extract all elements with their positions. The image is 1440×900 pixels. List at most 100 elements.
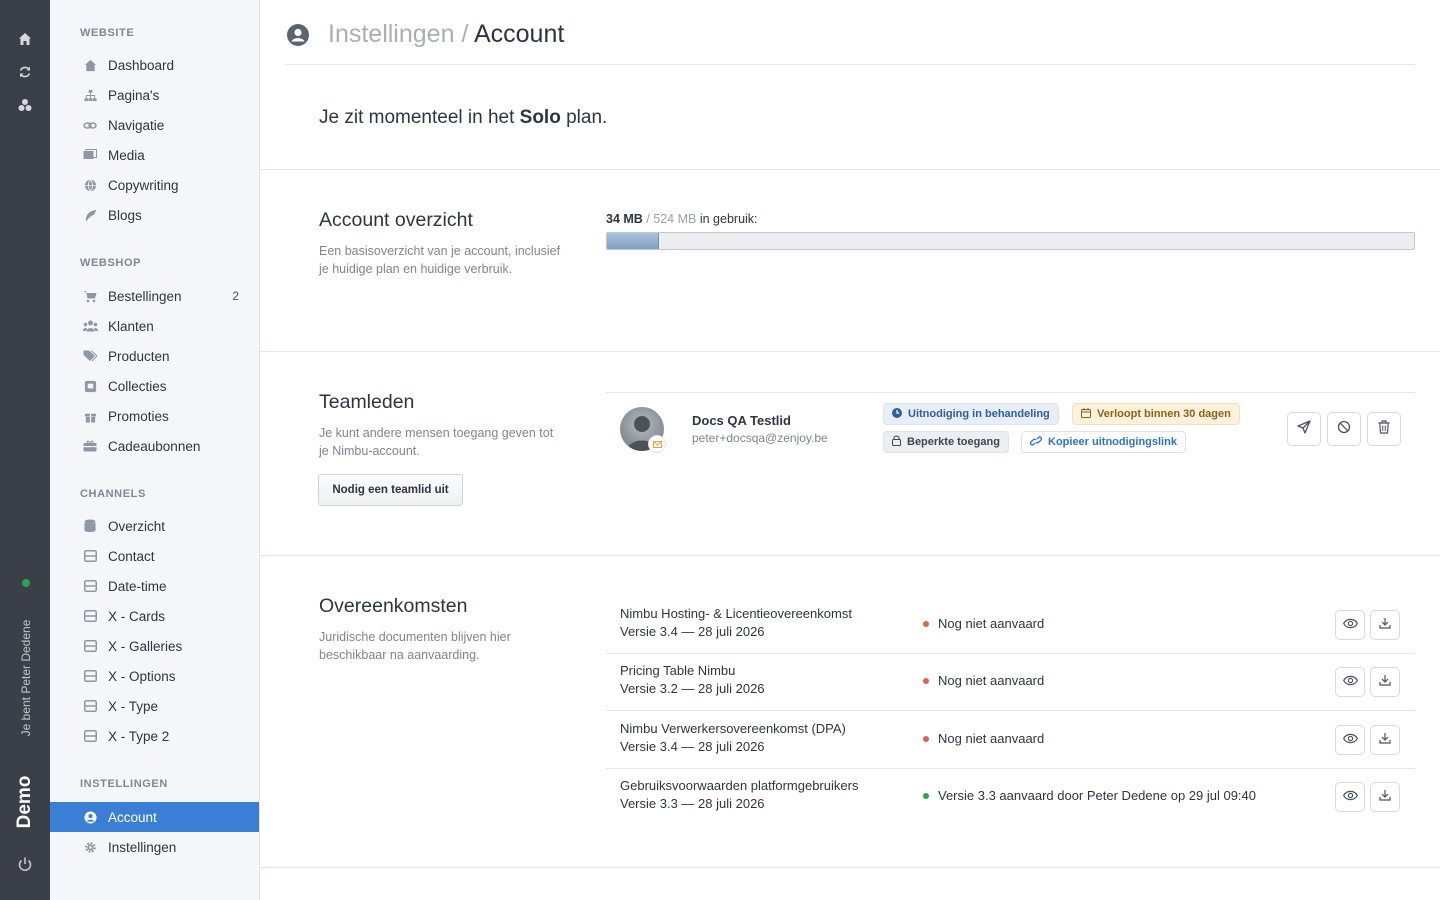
- storage-separator: /: [646, 212, 650, 226]
- sidebar-item-date-time[interactable]: Date-time: [50, 571, 259, 601]
- sidebar-item-blogs[interactable]: Blogs: [50, 200, 259, 230]
- account-overview-description: Een basisoverzicht van je account, inclu…: [319, 244, 561, 276]
- sidebar-item-label: Producten: [108, 348, 170, 364]
- user-circle-icon: [82, 809, 98, 825]
- agreement-status-label: Nog niet aanvaard: [938, 616, 1045, 631]
- sidebar-section-channels: CHANNELS: [80, 488, 146, 500]
- sidebar-item-instellingen[interactable]: Instellingen: [50, 832, 259, 862]
- download-icon: [1379, 788, 1391, 806]
- eye-icon: [1342, 731, 1358, 749]
- sidebar-item-x-galleries[interactable]: X - Galleries: [50, 631, 259, 661]
- puzzle-icon[interactable]: [0, 94, 50, 116]
- channel-icon: [82, 668, 98, 684]
- sidebar-item-x-options[interactable]: X - Options: [50, 661, 259, 691]
- agreement-version: Versie 3.2 — 28 juli 2026: [620, 681, 765, 696]
- sidebar-item-cadeaubonnen[interactable]: Cadeaubonnen: [50, 431, 259, 461]
- eye-icon: [1342, 673, 1358, 691]
- sidebar-item-overzicht[interactable]: Overzicht: [50, 511, 259, 541]
- channel-icon: [82, 638, 98, 654]
- agreement-row: Nimbu Hosting- & Licentieovereenkomst Ve…: [606, 597, 1415, 654]
- sidebar-item-label: Media: [108, 147, 145, 163]
- access-level-label: Beperkte toegang: [907, 436, 1000, 448]
- tags-icon: [82, 348, 98, 364]
- channel-icon: [82, 608, 98, 624]
- home-icon[interactable]: [0, 28, 50, 50]
- sidebar-item-navigatie[interactable]: Navigatie: [50, 110, 259, 140]
- sidebar-item-x-type[interactable]: X - Type: [50, 691, 259, 721]
- site-brand[interactable]: Demo: [14, 776, 36, 829]
- agreements-title: Overeenkomsten: [319, 595, 468, 617]
- current-user-label: Je bent Peter Dedene: [19, 619, 33, 737]
- sidebar-item-label: Promoties: [108, 408, 169, 424]
- sidebar-item-label: Navigatie: [108, 117, 165, 133]
- channel-icon: [82, 698, 98, 714]
- download-agreement-button[interactable]: [1370, 610, 1400, 640]
- sidebar-item-copywriting[interactable]: Copywriting: [50, 170, 259, 200]
- sidebar-item-account[interactable]: Account: [50, 802, 259, 832]
- delete-member-button[interactable]: [1367, 412, 1401, 446]
- storage-usage-bar: [606, 232, 1415, 250]
- globe-icon: [82, 177, 98, 193]
- breadcrumb-parent[interactable]: Instellingen: [328, 20, 454, 48]
- plan-suffix: plan.: [566, 107, 608, 128]
- send-icon: [1297, 419, 1311, 439]
- current-plan-text: Je zit momenteel in het Solo plan.: [319, 107, 607, 129]
- agreement-version: Versie 3.3 — 28 juli 2026: [620, 796, 765, 811]
- access-level-badge: Beperkte toegang: [883, 431, 1009, 453]
- sidebar-item-klanten[interactable]: Klanten: [50, 311, 259, 341]
- sidebar: WEBSITE Dashboard Pagina's Navigatie Med…: [50, 0, 260, 900]
- agreement-title: Nimbu Hosting- & Licentieovereenkomst: [620, 606, 852, 621]
- storage-suffix: in gebruik:: [699, 212, 758, 226]
- revoke-invite-button[interactable]: [1327, 412, 1361, 446]
- sidebar-item-label: Blogs: [108, 207, 142, 223]
- sidebar-item-bestellingen[interactable]: Bestellingen 2: [50, 281, 259, 311]
- clock-icon: [892, 407, 902, 421]
- sidebar-item-label: Contact: [108, 548, 155, 564]
- copy-invite-link-button[interactable]: Kopieer uitnodigingslink: [1021, 431, 1186, 453]
- sidebar-section-website: WEBSITE: [80, 27, 135, 39]
- download-agreement-button[interactable]: [1370, 725, 1400, 755]
- sidebar-item-paginas[interactable]: Pagina's: [50, 80, 259, 110]
- sidebar-item-label: Klanten: [108, 318, 154, 334]
- invite-member-button[interactable]: Nodig een teamlid uit: [318, 474, 463, 506]
- power-icon[interactable]: [0, 852, 50, 876]
- expiry-label: Verloopt binnen 30 dagen: [1097, 408, 1231, 420]
- storage-usage-fill: [607, 233, 660, 249]
- feather-icon: [82, 207, 98, 223]
- sidebar-item-media[interactable]: Media: [50, 140, 259, 170]
- orders-count-badge: 2: [232, 289, 239, 303]
- download-agreement-button[interactable]: [1370, 782, 1400, 812]
- download-agreement-button[interactable]: [1370, 667, 1400, 697]
- agreement-status: Nog niet aanvaard: [923, 673, 1044, 688]
- page-title: Account: [473, 20, 565, 48]
- storage-total: 524 MB: [653, 212, 697, 226]
- lock-icon: [892, 435, 901, 449]
- sidebar-item-dashboard[interactable]: Dashboard: [50, 50, 259, 80]
- view-agreement-button[interactable]: [1335, 725, 1365, 755]
- sidebar-item-label: X - Type: [108, 698, 159, 714]
- sidebar-item-label: X - Options: [108, 668, 176, 684]
- refresh-icon[interactable]: [0, 61, 50, 83]
- sidebar-item-x-cards[interactable]: X - Cards: [50, 601, 259, 631]
- view-agreement-button[interactable]: [1335, 610, 1365, 640]
- sidebar-item-contact[interactable]: Contact: [50, 541, 259, 571]
- sidebar-item-label: X - Type 2: [108, 728, 170, 744]
- download-icon: [1379, 731, 1391, 749]
- gift-icon: [82, 408, 98, 424]
- sidebar-item-x-type-2[interactable]: X - Type 2: [50, 721, 259, 751]
- download-icon: [1379, 616, 1391, 634]
- sidebar-item-collecties[interactable]: Collecties: [50, 371, 259, 401]
- view-agreement-button[interactable]: [1335, 667, 1365, 697]
- trash-icon: [1378, 419, 1390, 439]
- cart-icon: [82, 288, 98, 304]
- sidebar-item-label: X - Galleries: [108, 638, 183, 654]
- status-dot: [923, 735, 929, 742]
- channel-icon: [82, 578, 98, 594]
- agreement-status: Nog niet aanvaard: [923, 616, 1044, 631]
- sidebar-item-label: Instellingen: [108, 839, 177, 855]
- sidebar-item-producten[interactable]: Producten: [50, 341, 259, 371]
- sidebar-item-promoties[interactable]: Promoties: [50, 401, 259, 431]
- app-rail: Je bent Peter Dedene Demo: [0, 0, 50, 900]
- resend-invite-button[interactable]: [1287, 412, 1321, 446]
- view-agreement-button[interactable]: [1335, 782, 1365, 812]
